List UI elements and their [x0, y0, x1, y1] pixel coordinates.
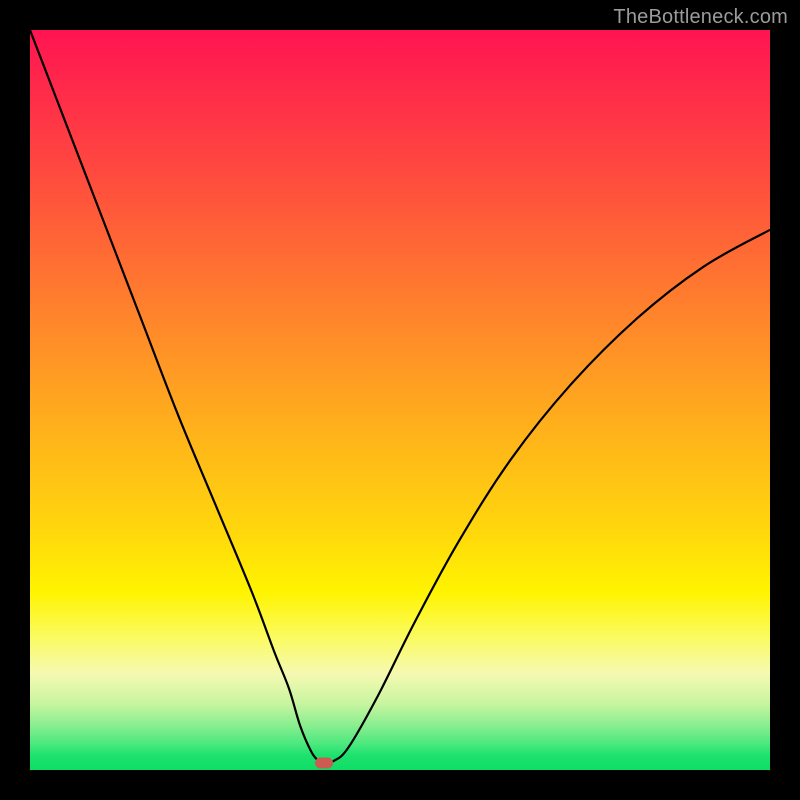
- watermark-text: TheBottleneck.com: [613, 6, 788, 29]
- bottleneck-curve: [30, 30, 770, 764]
- optimal-point-marker: [315, 758, 333, 769]
- plot-area: [30, 30, 770, 770]
- curve-layer: [30, 30, 770, 770]
- chart-frame: TheBottleneck.com: [0, 0, 800, 800]
